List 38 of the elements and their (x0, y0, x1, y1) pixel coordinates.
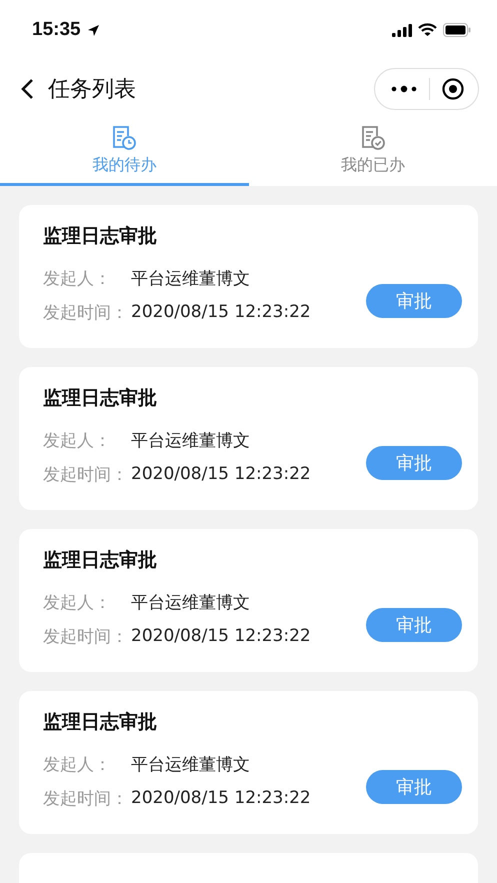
initiator-label: 发起人： (43, 754, 112, 776)
start-time-label: 发起时间： (43, 626, 129, 648)
approve-button[interactable]: 审批 (366, 284, 462, 318)
status-time: 15:35 (32, 19, 81, 41)
initiator-label: 发起人： (43, 268, 112, 290)
task-title: 监理日志审批 (43, 224, 158, 249)
approve-button[interactable]: 审批 (366, 446, 462, 480)
battery-icon (443, 23, 471, 37)
task-title: 监理日志审批 (43, 548, 158, 573)
close-target-icon[interactable] (442, 78, 464, 100)
signal-icon (392, 24, 412, 36)
location-arrow-icon (86, 24, 100, 36)
approve-button[interactable]: 审批 (366, 770, 462, 804)
start-time: 2020/08/15 12:23:22 (131, 302, 311, 322)
page-title: 任务列表 (48, 76, 136, 104)
start-time: 2020/08/15 12:23:22 (131, 464, 311, 484)
more-icon[interactable] (391, 85, 417, 93)
document-check-icon (360, 125, 385, 151)
document-clock-icon (112, 125, 136, 151)
initiator-name: 平台运维董博文 (131, 268, 250, 290)
task-title: 监理日志审批 (43, 386, 158, 411)
tab[interactable]: 我的已办 (248, 118, 497, 186)
back-icon[interactable] (20, 78, 34, 100)
wifi-icon (418, 23, 437, 37)
start-time-label: 发起时间： (43, 464, 129, 486)
task-title: 监理日志审批 (43, 710, 158, 735)
tab[interactable]: 我的待办 (0, 118, 248, 186)
start-time-label: 发起时间： (43, 302, 129, 324)
initiator-name: 平台运维董博文 (131, 430, 250, 452)
initiator-name: 平台运维董博文 (131, 592, 250, 614)
initiator-name: 平台运维董博文 (131, 754, 250, 776)
start-time-label: 发起时间： (43, 788, 129, 810)
start-time: 2020/08/15 12:23:22 (131, 626, 311, 646)
initiator-label: 发起人： (43, 430, 112, 452)
initiator-label: 发起人： (43, 592, 112, 614)
approve-button[interactable]: 审批 (366, 608, 462, 642)
capsule-menu[interactable] (374, 68, 479, 110)
start-time: 2020/08/15 12:23:22 (131, 788, 311, 808)
